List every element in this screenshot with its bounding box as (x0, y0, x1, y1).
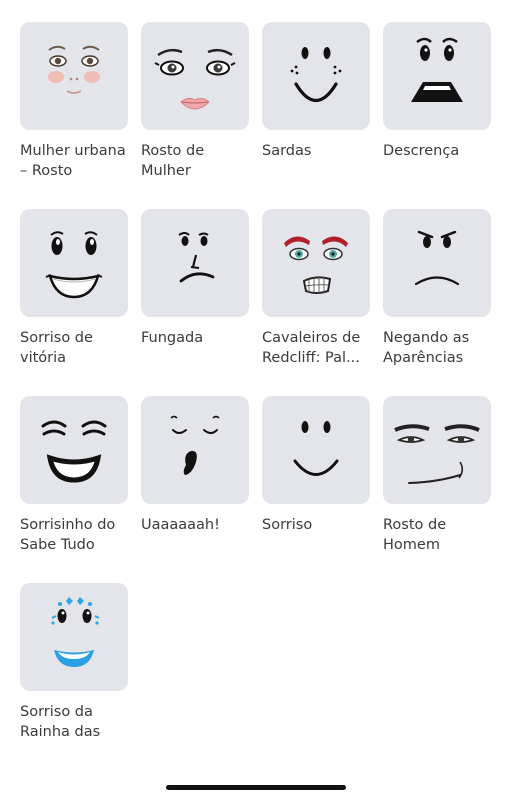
catalog-item[interactable]: Sardas (262, 22, 370, 209)
catalog-item[interactable]: Uaaaaaah! (141, 396, 249, 583)
snow-queen-smile-face-icon (51, 597, 100, 667)
item-name: Descrença (383, 141, 491, 161)
item-name: Fungada (141, 328, 249, 348)
item-name: Sorriso de vitória (20, 328, 128, 368)
man-face-icon (394, 424, 480, 484)
item-thumbnail[interactable] (383, 22, 491, 130)
catalog-item[interactable]: Sorrisinho do Sabe Tudo (20, 396, 128, 583)
item-thumbnail[interactable] (20, 22, 128, 130)
item-thumbnail[interactable] (262, 209, 370, 317)
catalog-item[interactable]: Descrença (383, 22, 491, 209)
sniff-face-icon (178, 232, 215, 283)
urban-woman-face-icon (48, 45, 100, 94)
item-thumbnail[interactable] (141, 22, 249, 130)
item-name: Uaaaaaah! (141, 515, 249, 535)
freckles-face-icon (290, 47, 342, 102)
item-name-line: Mulher (141, 163, 191, 179)
item-name-line: Rosto de (141, 143, 205, 159)
catalog-item[interactable]: Sorriso de vitória (20, 209, 128, 396)
item-name-line: Redcliff: Pal... (262, 350, 360, 366)
item-thumbnail[interactable] (141, 396, 249, 504)
item-name-line: Uaaaaaah! (141, 517, 220, 533)
catalog-item[interactable]: Negando as Aparências (383, 209, 491, 396)
item-name-line: Sorriso da (20, 704, 93, 720)
item-name-line: Negando as (383, 330, 470, 346)
item-name-line: Sorriso (262, 517, 313, 533)
catalog-item[interactable]: Sorriso (262, 396, 370, 583)
face-catalog-grid: Mulher urbana – Rosto Rosto de Mulher Sa… (20, 22, 492, 770)
know-it-all-grin-face-icon (41, 420, 107, 483)
item-name-line: Aparências (383, 350, 464, 366)
catalog-item[interactable]: Rosto de Mulher (141, 22, 249, 209)
item-name-line: vitória (20, 350, 67, 366)
item-name: Sorriso da Rainha das (20, 702, 128, 742)
redcliff-knight-face-icon (284, 236, 348, 294)
item-name-line: Sabe Tudo (20, 537, 95, 553)
woman-face-icon (154, 48, 236, 110)
item-name-line: Homem (383, 537, 440, 553)
item-name-line: – Rosto (20, 163, 73, 179)
item-thumbnail[interactable] (383, 396, 491, 504)
item-name: Sorriso (262, 515, 370, 535)
item-name: Mulher urbana – Rosto (20, 141, 128, 181)
item-name-line: Cavaleiros de (262, 330, 361, 346)
item-thumbnail[interactable] (383, 209, 491, 317)
item-name-line: Rosto de (383, 517, 447, 533)
item-thumbnail[interactable] (20, 583, 128, 691)
item-name-line: Descrença (383, 143, 460, 159)
item-name: Sorrisinho do Sabe Tudo (20, 515, 128, 555)
item-name: Rosto de Mulher (141, 141, 249, 181)
item-thumbnail[interactable] (20, 209, 128, 317)
yawn-face-icon (170, 415, 220, 475)
catalog-item[interactable]: Mulher urbana – Rosto (20, 22, 128, 209)
catalog-item[interactable]: Cavaleiros de Redcliff: Pal... (262, 209, 370, 396)
catalog-item[interactable]: Fungada (141, 209, 249, 396)
item-name: Negando as Aparências (383, 328, 491, 368)
victory-smile-face-icon (45, 231, 103, 299)
smile-face-icon (293, 421, 339, 476)
item-thumbnail[interactable] (262, 396, 370, 504)
item-thumbnail[interactable] (141, 209, 249, 317)
item-name-line: Fungada (141, 330, 204, 346)
denial-face-icon (414, 230, 460, 286)
item-thumbnail[interactable] (262, 22, 370, 130)
item-name: Cavaleiros de Redcliff: Pal... (262, 328, 370, 368)
item-name-line: Rainha das (20, 724, 101, 740)
item-name-line: Mulher urbana (20, 143, 126, 159)
item-thumbnail[interactable] (20, 396, 128, 504)
catalog-item[interactable]: Sorriso da Rainha das (20, 583, 128, 770)
item-name-line: Sorrisinho do (20, 517, 116, 533)
item-name-line: Sorriso de (20, 330, 93, 346)
disbelief-face-icon (411, 37, 463, 102)
item-name: Rosto de Homem (383, 515, 491, 555)
catalog-item[interactable]: Rosto de Homem (383, 396, 491, 583)
home-indicator[interactable] (166, 785, 346, 790)
item-name: Sardas (262, 141, 370, 161)
item-name-line: Sardas (262, 143, 312, 159)
